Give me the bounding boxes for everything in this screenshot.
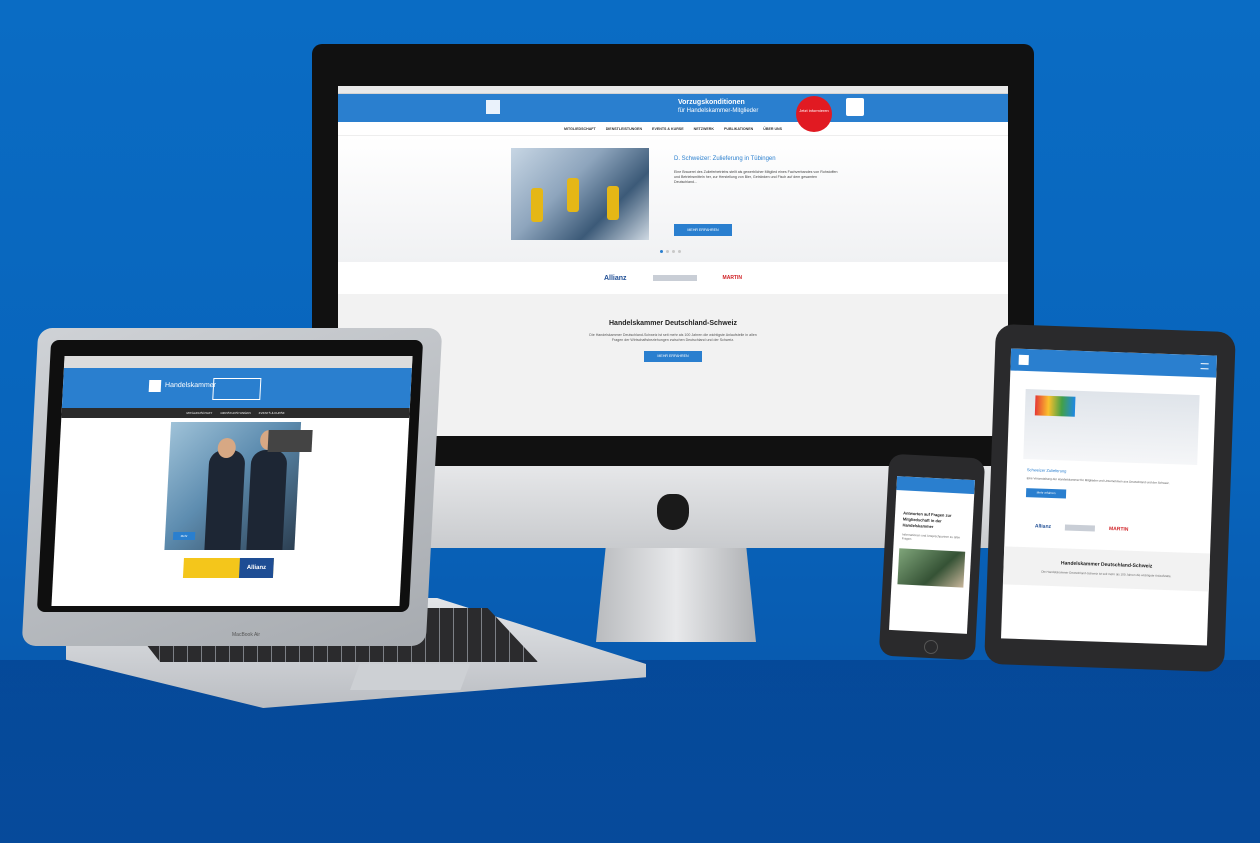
hero-title: D. Schweizer: Zulieferung in Tübingen: [674, 156, 776, 162]
site-header: Vorzugskonditionen für Handelskammer-Mit…: [338, 94, 1008, 132]
nav-item[interactable]: ÜBER UNS: [763, 127, 782, 131]
slider-dot[interactable]: [666, 250, 669, 253]
hamburger-menu-icon[interactable]: [1200, 363, 1209, 370]
nav-item[interactable]: EVENTS & KURSE: [652, 127, 684, 131]
about-text: Die Handelskammer Deutschland-Schweiz is…: [1041, 569, 1172, 579]
robot-shape: [607, 186, 619, 220]
slider-dot[interactable]: [672, 250, 675, 253]
person-shape: [246, 450, 288, 550]
sidebar-box[interactable]: [267, 430, 313, 452]
hero-button[interactable]: Mehr erfahren: [1025, 488, 1067, 499]
promo[interactable]: Vorzugskonditionen für Handelskammer-Mit…: [678, 98, 758, 116]
colorful-banner: [1034, 395, 1076, 417]
nav-item[interactable]: MITGLIEDSCHAFT: [564, 127, 596, 131]
promo-subtitle: für Handelskammer-Mitglieder: [678, 108, 759, 114]
nav-item[interactable]: NETZWERK: [694, 127, 714, 131]
phone-screen: Antworten auf Fragen zur Mitgliedschaft …: [889, 476, 975, 634]
slider-dot[interactable]: [678, 250, 681, 253]
logo-text: Handelskammer: [164, 382, 217, 389]
logo-icon[interactable]: [1018, 354, 1029, 366]
partner-logo[interactable]: [652, 275, 697, 281]
partner-logo-martin[interactable]: MARTIN: [723, 275, 742, 281]
laptop-brand: MacBook Air: [232, 632, 261, 638]
factory-image: [511, 148, 649, 240]
partner-logo-allianz[interactable]: Allianz: [604, 275, 627, 282]
allianz-logo: Allianz: [238, 558, 274, 578]
main-nav: MITGLIEDSCHAFT DIENSTLEISTUNGEN EVENTS &…: [338, 122, 1008, 136]
member-house-icon[interactable]: [846, 98, 864, 116]
slider-dot[interactable]: [660, 250, 663, 253]
tablet-screen: Schweizer Zulieferung Eine Veranstaltung…: [1001, 348, 1217, 646]
slider-dots[interactable]: [660, 250, 681, 253]
promo-box[interactable]: [212, 378, 262, 400]
nav-item[interactable]: EVENTS & KURSE: [258, 408, 285, 418]
main-nav: MITGLIEDSCHAFT DIENSTLEISTUNGEN EVENTS &…: [61, 408, 410, 418]
robot-shape: [531, 188, 543, 222]
logo-icon[interactable]: [486, 100, 500, 114]
partner-logo-allianz[interactable]: Allianz: [1035, 523, 1051, 530]
hero-button[interactable]: Mehr: [172, 532, 196, 540]
apple-logo-icon: [657, 494, 689, 530]
about-title: Handelskammer Deutschland-Schweiz: [609, 320, 737, 327]
allianz-banner[interactable]: Allianz: [182, 558, 274, 578]
handshake-image: [897, 548, 966, 588]
hero-slider: D. Schweizer: Zulieferung in Tübingen Ei…: [338, 136, 1008, 262]
nav-item[interactable]: PUBLIKATIONEN: [724, 127, 753, 131]
imac-stand: [596, 548, 756, 642]
hero-image: [1023, 389, 1200, 466]
robot-shape: [567, 178, 579, 212]
partner-logo[interactable]: [1064, 524, 1096, 532]
promo-title: Vorzugskonditionen: [678, 99, 745, 106]
trackpad: [350, 664, 470, 690]
hero-button[interactable]: MEHR ERFAHREN: [674, 224, 732, 236]
about-button[interactable]: MEHR ERFAHREN: [644, 351, 702, 362]
phone-headline: Antworten auf Fragen zur Mitgliedschaft …: [902, 510, 952, 530]
phone-text: Informationen und Ansprechpartner zu all…: [901, 532, 961, 541]
mockup-stage: Vorzugskonditionen für Handelskammer-Mit…: [0, 0, 1260, 843]
browser-bar: [338, 86, 1008, 94]
about-section: Handelskammer Deutschland-Schweiz Die Ha…: [1002, 546, 1211, 592]
hero-text: Eine Brauerei des Zulieferbetriebs stell…: [674, 170, 838, 184]
browser-bar: [63, 356, 413, 368]
partner-logos: Allianz MARTIN: [338, 262, 1008, 294]
promo-badge[interactable]: Jetzt informieren: [796, 96, 832, 132]
nav-item[interactable]: MITGLIEDSCHAFT: [186, 408, 213, 418]
nav-item[interactable]: DIENSTLEISTUNGEN: [220, 408, 251, 418]
nav-item[interactable]: DIENSTLEISTUNGEN: [606, 127, 642, 131]
about-text: Die Handelskammer Deutschland-Schweiz is…: [589, 333, 757, 342]
logo-icon[interactable]: [148, 380, 162, 392]
site-header: Handelskammer: [61, 368, 412, 408]
person-shape: [204, 450, 246, 550]
partner-logos: Allianz MARTIN: [1005, 500, 1212, 535]
partner-logo-martin[interactable]: MARTIN: [1109, 526, 1129, 533]
laptop-screen: Handelskammer MITGLIEDSCHAFT DIENSTLEIST…: [51, 356, 413, 606]
